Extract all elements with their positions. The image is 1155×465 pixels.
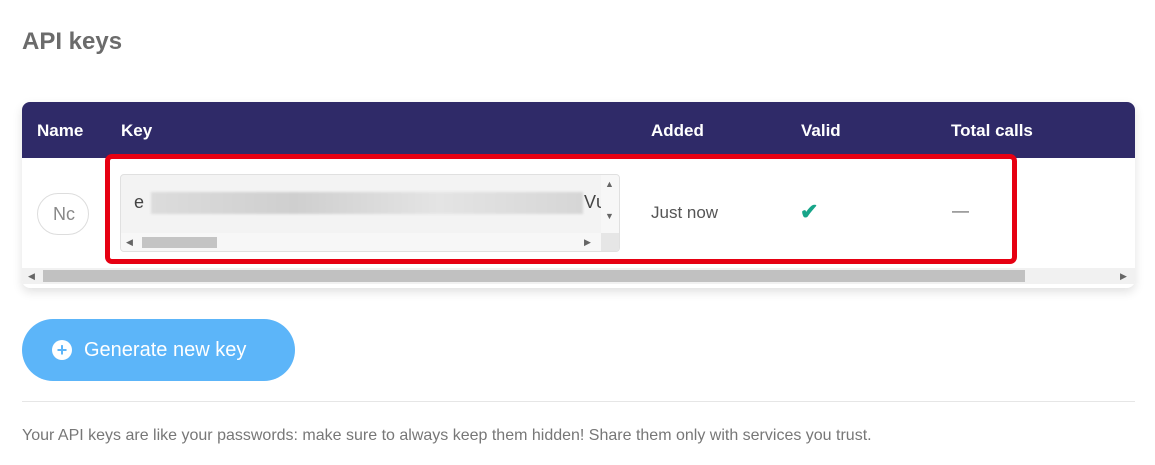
scroll-corner bbox=[601, 233, 619, 251]
table-header: Name Key Added Valid Total calls bbox=[22, 102, 1135, 158]
total-calls-value: — bbox=[952, 201, 969, 220]
key-horizontal-scrollbar[interactable]: ◀ ▶ bbox=[121, 233, 601, 251]
header-total-calls: Total calls bbox=[951, 121, 1033, 140]
key-value-start: e bbox=[134, 192, 145, 212]
api-key-field[interactable]: e Vυ ▲ ▼ ◀ ▶ bbox=[120, 174, 620, 252]
header-added: Added bbox=[651, 121, 704, 140]
scroll-left-icon[interactable]: ◀ bbox=[28, 271, 35, 281]
header-key: Key bbox=[121, 121, 153, 140]
scroll-left-icon[interactable]: ◀ bbox=[126, 237, 133, 247]
added-value: Just now bbox=[651, 203, 719, 222]
key-redaction bbox=[151, 192, 583, 214]
page-title: API keys bbox=[22, 28, 123, 55]
security-note: Your API keys are like your passwords: m… bbox=[22, 427, 872, 444]
plus-circle-icon: + bbox=[52, 340, 72, 360]
key-name-input[interactable]: Nc bbox=[37, 193, 89, 235]
key-vertical-scrollbar[interactable]: ▲ ▼ bbox=[601, 175, 619, 235]
scroll-up-icon[interactable]: ▲ bbox=[605, 179, 614, 189]
scroll-right-icon[interactable]: ▶ bbox=[584, 237, 591, 247]
table-row: Nc e Vυ ▲ ▼ ◀ ▶ Just now ✔ — bbox=[22, 158, 1135, 270]
scroll-down-icon[interactable]: ▼ bbox=[605, 211, 614, 221]
generate-key-label: Generate new key bbox=[84, 338, 247, 361]
divider bbox=[22, 401, 1135, 402]
scroll-right-icon[interactable]: ▶ bbox=[1120, 271, 1127, 281]
table-horizontal-scrollbar[interactable]: ◀ ▶ bbox=[22, 268, 1135, 284]
checkmark-icon: ✔ bbox=[800, 199, 819, 224]
api-keys-table: Name Key Added Valid Total calls Nc e Vυ… bbox=[22, 102, 1135, 288]
table-scroll-thumb[interactable] bbox=[43, 270, 1025, 282]
key-scroll-thumb[interactable] bbox=[142, 237, 217, 248]
header-valid: Valid bbox=[801, 121, 841, 140]
header-name: Name bbox=[37, 121, 84, 140]
generate-key-button[interactable]: + Generate new key bbox=[22, 319, 295, 381]
